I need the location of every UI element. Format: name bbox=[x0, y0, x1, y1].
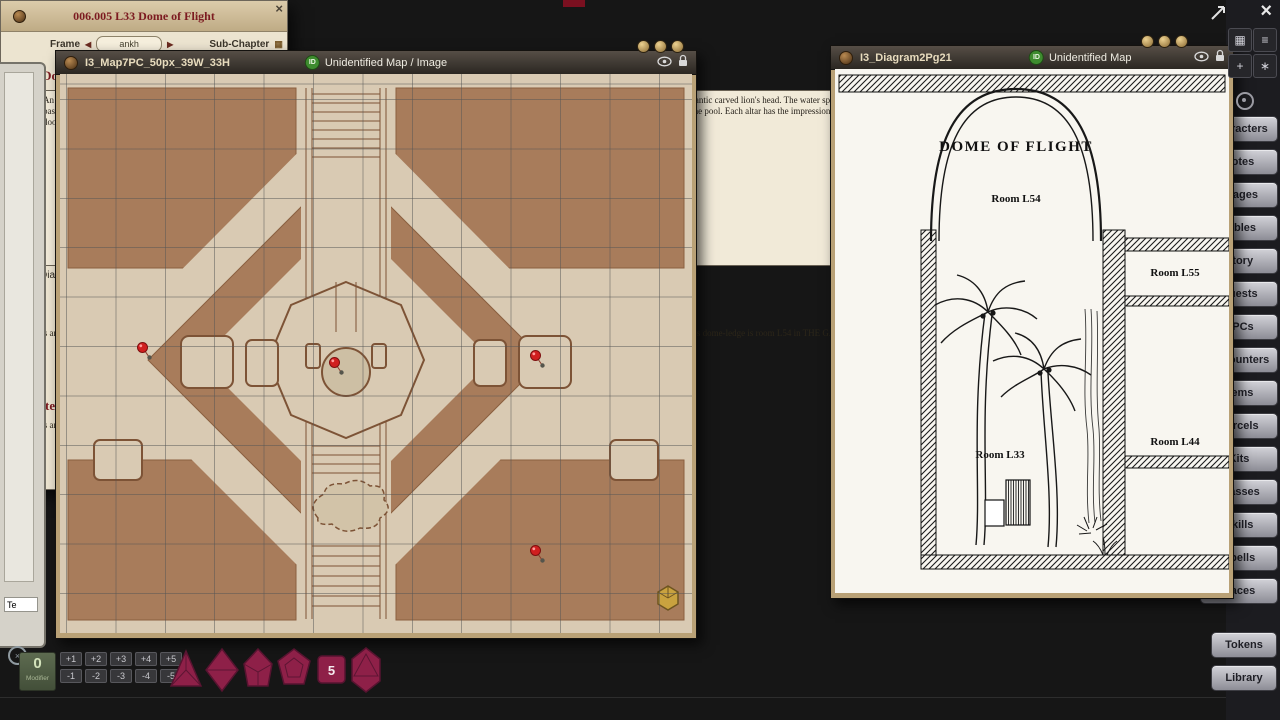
diagram-window: I3_Diagram2Pg21 ID Unidentified Map bbox=[830, 45, 1234, 599]
die-d4[interactable] bbox=[171, 651, 201, 686]
map-window-title: I3_Map7PC_50px_39W_33H bbox=[85, 57, 230, 69]
frame-prev-button[interactable]: ◀ bbox=[85, 40, 91, 49]
modifier-buttons: +1 +2 +3 +4 +5 -1 -2 -3 -4 -5 bbox=[60, 652, 182, 683]
story-window-icon bbox=[13, 10, 26, 23]
lock-icon[interactable] bbox=[678, 54, 688, 72]
diagram-canvas[interactable]: DOME OF FLIGHT Room L54 Room L55 Room L3… bbox=[835, 69, 1229, 593]
id-icon: ID bbox=[305, 55, 320, 70]
sidebar-item-library[interactable]: Library bbox=[1211, 665, 1277, 691]
grid-tool-button[interactable]: ▦ bbox=[1228, 28, 1252, 52]
die-d8[interactable] bbox=[206, 649, 238, 691]
map-window: I3_Map7PC_50px_39W_33H ID Unidentified M… bbox=[55, 50, 697, 639]
map-window-icon bbox=[64, 56, 78, 70]
dice-row: 5 bbox=[168, 644, 388, 696]
diagram-window-icon bbox=[839, 51, 853, 65]
id-icon: ID bbox=[1029, 50, 1044, 65]
mod-plus2-button[interactable]: +2 bbox=[85, 652, 107, 666]
diagram-window-title: I3_Diagram2Pg21 bbox=[860, 52, 952, 64]
star-tool-button[interactable]: ∗ bbox=[1253, 54, 1277, 78]
diagram-badge-text: Unidentified Map bbox=[1049, 52, 1132, 64]
map-pin[interactable] bbox=[530, 350, 548, 370]
mod-plus3-button[interactable]: +3 bbox=[110, 652, 132, 666]
menu-tool-button[interactable]: ≡ bbox=[1253, 28, 1277, 52]
die-d6-value: 5 bbox=[328, 663, 335, 678]
sidebar-item-tokens[interactable]: Tokens bbox=[1211, 632, 1277, 658]
map-pin[interactable] bbox=[137, 342, 155, 362]
subchapter-icon[interactable]: ▦ bbox=[274, 39, 283, 50]
die-d6[interactable]: 5 bbox=[318, 656, 345, 683]
story-close-button[interactable]: × bbox=[275, 1, 283, 16]
pointer-icon[interactable] bbox=[1210, 3, 1228, 26]
mod-plus1-button[interactable]: +1 bbox=[60, 652, 82, 666]
modifier-value: 0 bbox=[20, 653, 55, 675]
map-window-titlebar[interactable]: I3_Map7PC_50px_39W_33H ID Unidentified M… bbox=[56, 51, 696, 75]
map-badge-text: Unidentified Map / Image bbox=[325, 57, 447, 69]
diagram-window-titlebar[interactable]: I3_Diagram2Pg21 ID Unidentified Map bbox=[831, 46, 1233, 70]
chat-log bbox=[4, 72, 34, 582]
die-d20[interactable] bbox=[352, 648, 380, 692]
image-tools-button[interactable] bbox=[658, 586, 678, 610]
map-window-controls[interactable] bbox=[637, 40, 684, 53]
map-id-badge: ID Unidentified Map / Image bbox=[305, 55, 447, 70]
app-close-button[interactable]: × bbox=[1260, 0, 1272, 22]
subchapter-label: Sub-Chapter bbox=[209, 39, 269, 50]
mod-minus4-button[interactable]: -4 bbox=[135, 669, 157, 683]
players-eye-icon[interactable] bbox=[657, 54, 672, 72]
map-pin[interactable] bbox=[329, 357, 347, 377]
diagram-heading: DOME OF FLIGHT bbox=[939, 139, 1093, 155]
map-canvas[interactable] bbox=[60, 74, 692, 633]
chat-panel[interactable] bbox=[0, 62, 46, 648]
diagram-id-badge: ID Unidentified Map bbox=[1029, 50, 1132, 65]
frame-label: Frame bbox=[50, 39, 80, 50]
radar-icon[interactable] bbox=[1236, 92, 1254, 110]
room-label-l55: Room L55 bbox=[1150, 267, 1200, 279]
room-label-l33: Room L33 bbox=[975, 449, 1025, 461]
mod-minus2-button[interactable]: -2 bbox=[85, 669, 107, 683]
story-window-titlebar[interactable]: 006.005 L33 Dome of Flight × bbox=[1, 1, 287, 32]
room-label-l54: Room L54 bbox=[991, 193, 1041, 205]
die-d12[interactable] bbox=[278, 649, 310, 684]
story-window-title: 006.005 L33 Dome of Flight bbox=[73, 9, 215, 24]
mod-minus1-button[interactable]: -1 bbox=[60, 669, 82, 683]
top-tab[interactable] bbox=[563, 0, 585, 7]
desktop: Characters Notes Images Tables Story Que… bbox=[0, 0, 1280, 720]
plus-tool-button[interactable]: + bbox=[1228, 54, 1252, 78]
modifier-label: Modifier bbox=[20, 675, 55, 682]
frame-next-button[interactable]: ▶ bbox=[167, 40, 173, 49]
mod-plus4-button[interactable]: +4 bbox=[135, 652, 157, 666]
map-pin[interactable] bbox=[530, 545, 548, 565]
modifier-box[interactable]: 0 Modifier bbox=[19, 652, 56, 691]
dice-tray: × 0 Modifier +1 +2 +3 +4 +5 -1 -2 -3 -4 … bbox=[0, 644, 440, 700]
sidebar-bottom-stack: Tokens Library bbox=[1211, 632, 1277, 698]
diagram-artwork: DOME OF FLIGHT Room L54 Room L55 Room L3… bbox=[835, 69, 1229, 593]
diagram-window-controls[interactable] bbox=[1141, 35, 1188, 48]
room-label-l44: Room L44 bbox=[1150, 436, 1200, 448]
die-d10[interactable] bbox=[244, 649, 272, 686]
top-right-toolbar: × ▦ ≡ + ∗ bbox=[1200, 0, 1280, 112]
chat-input[interactable] bbox=[4, 597, 38, 612]
mod-minus3-button[interactable]: -3 bbox=[110, 669, 132, 683]
